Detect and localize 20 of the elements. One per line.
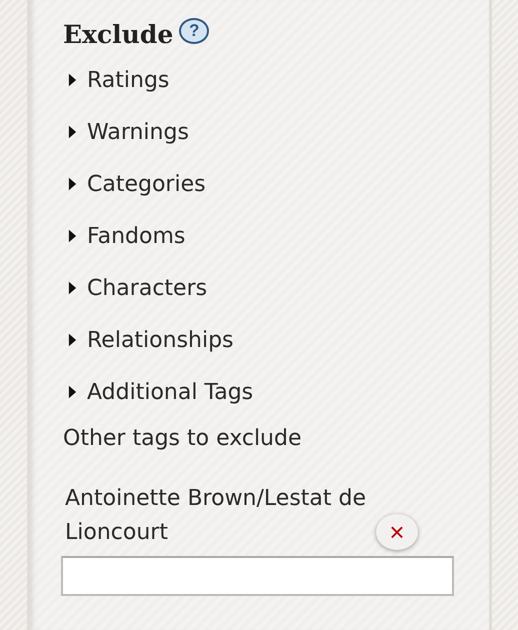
section-toggle[interactable]: Additional Tags [63, 366, 254, 418]
section-toggle[interactable]: Warnings [63, 106, 189, 158]
section-heading: Exclude [63, 20, 174, 48]
triangle-icon [68, 229, 77, 243]
tag-text: Antoinette Brown/Lestat de Lioncourt [65, 485, 368, 547]
remove-tag-button[interactable]: × [376, 514, 418, 550]
tag-input-field[interactable] [61, 556, 454, 596]
section-toggle[interactable]: Characters [63, 262, 208, 314]
triangle-icon [68, 125, 77, 139]
triangle-icon [68, 177, 77, 191]
triangle-icon [68, 73, 77, 87]
triangle-icon [68, 281, 77, 295]
help-button[interactable]: ? [179, 18, 210, 44]
triangle-icon [68, 385, 77, 399]
section-toggle[interactable]: Relationships [63, 314, 234, 366]
section-toggle[interactable]: Categories [63, 158, 206, 210]
triangle-icon [68, 333, 77, 347]
field-label: Other tags to exclude [63, 426, 302, 453]
section-toggle[interactable]: Fandoms [63, 210, 186, 262]
section-toggle[interactable]: Ratings [63, 54, 170, 106]
